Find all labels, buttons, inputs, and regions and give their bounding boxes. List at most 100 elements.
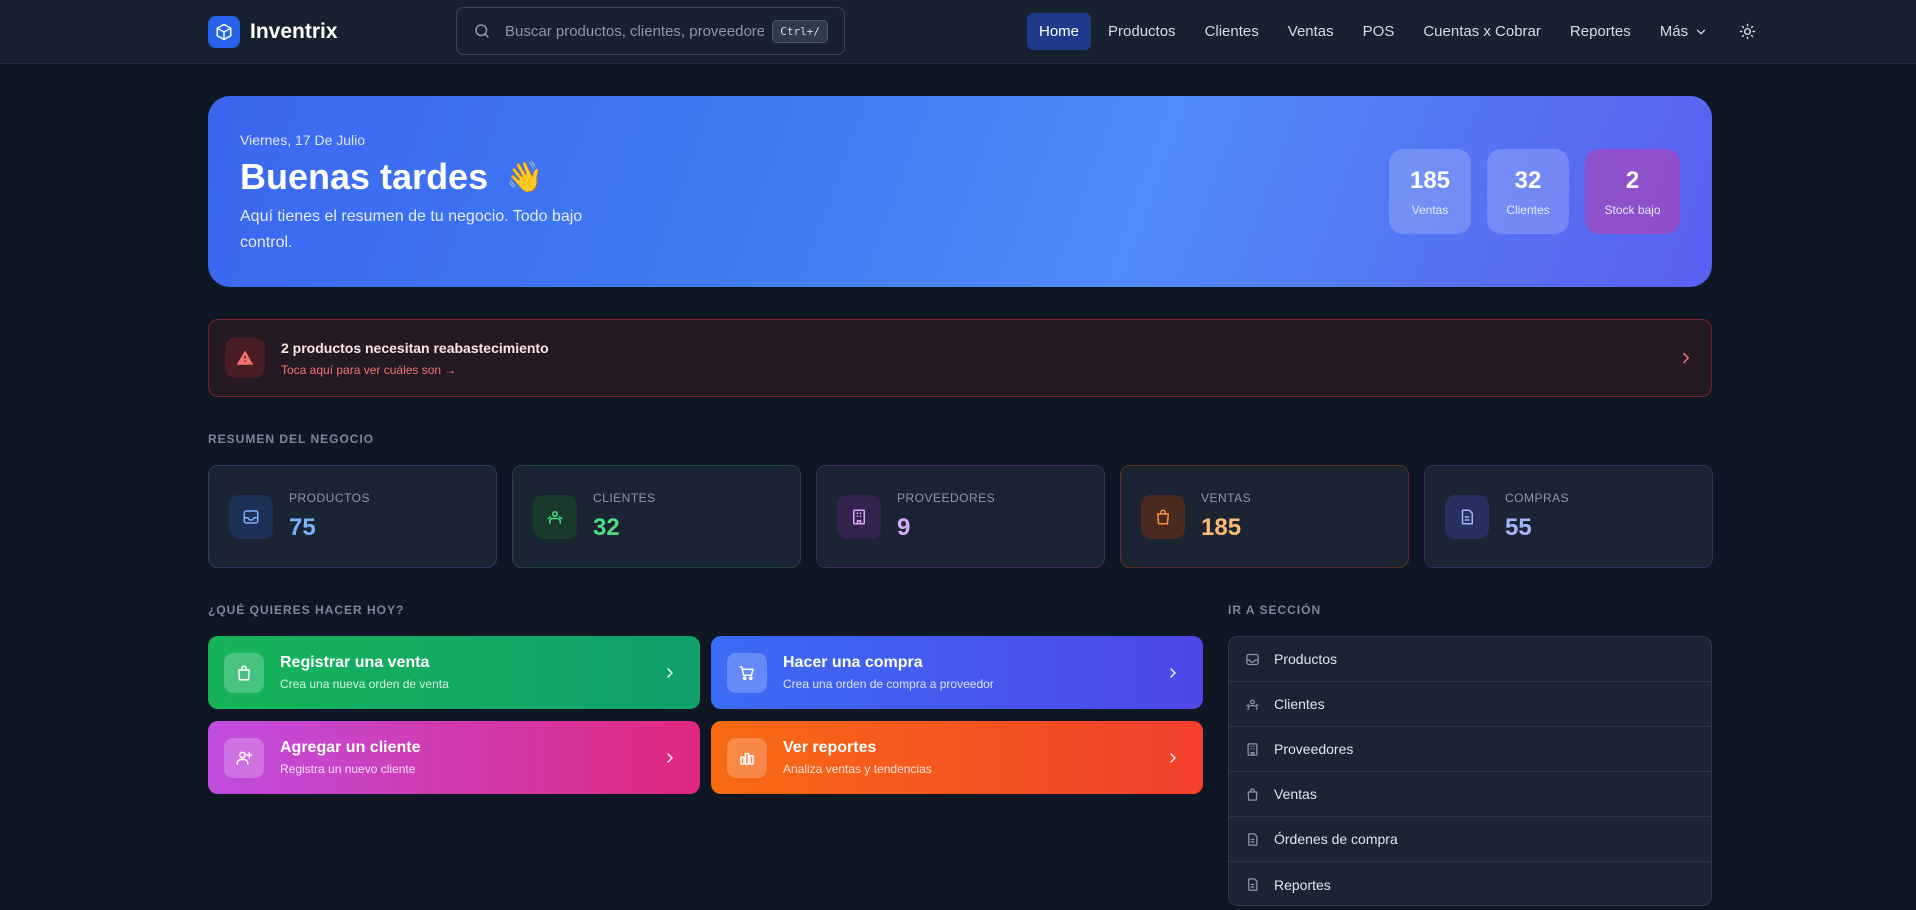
chevron-right-icon	[1165, 750, 1181, 766]
actions-section-label: ¿QUÉ QUIERES HACER HOY?	[208, 603, 405, 617]
nav-label: Cuentas x Cobrar	[1423, 23, 1541, 40]
stat-value: 2	[1625, 166, 1640, 194]
cart-icon	[727, 652, 767, 693]
nav-item-home[interactable]: Home	[1027, 13, 1092, 50]
metric-label: COMPRAS	[1505, 491, 1570, 505]
section-link-ordenes-compra[interactable]: Órdenes de compra	[1229, 817, 1711, 862]
cube-icon	[208, 16, 240, 48]
metric-value: 75	[289, 514, 316, 541]
main-nav: Home Productos Clientes Ventas POS Cuent…	[1027, 13, 1763, 50]
action-hacer-compra[interactable]: Hacer una compra Crea una orden de compr…	[711, 636, 1203, 709]
sections-section-label: IR A SECCIÓN	[1228, 603, 1322, 617]
nav-label: Reportes	[1569, 23, 1631, 40]
file-icon	[1445, 494, 1489, 539]
inbox-icon	[1245, 652, 1260, 667]
stat-value: 185	[1409, 166, 1451, 194]
file-icon	[1245, 877, 1260, 892]
action-subtitle: Analiza ventas y tendencias	[783, 762, 932, 776]
section-link-label: Proveedores	[1274, 741, 1354, 757]
stat-label: Clientes	[1506, 202, 1550, 217]
top-navbar: Inventrix Ctrl+/ Home Productos Clientes…	[0, 0, 1916, 64]
building-icon	[1245, 742, 1260, 757]
action-subtitle: Registra un nuevo cliente	[280, 762, 416, 776]
app-name: Inventrix	[250, 20, 338, 43]
nav-label: Ventas	[1287, 23, 1334, 40]
bag-icon	[1245, 787, 1260, 802]
stat-stock-bajo[interactable]: 2 Stock bajo	[1585, 149, 1680, 234]
nav-item-cuentas-x-cobrar[interactable]: Cuentas x Cobrar	[1411, 13, 1553, 50]
chevron-right-icon	[1165, 665, 1181, 681]
metric-card-proveedores[interactable]: PROVEEDORES 9	[816, 465, 1105, 568]
section-link-reportes[interactable]: Reportes	[1229, 862, 1711, 905]
section-link-label: Clientes	[1274, 696, 1325, 712]
metric-value: 185	[1201, 514, 1242, 541]
welcome-banner: Viernes, 17 De Julio Buenas tardes 👋 Aqu…	[208, 96, 1712, 287]
action-subtitle: Crea una orden de compra a proveedor	[783, 677, 994, 691]
nav-item-ventas[interactable]: Ventas	[1276, 13, 1346, 50]
metric-card-productos[interactable]: PRODUCTOS 75	[208, 465, 497, 568]
nav-label: POS	[1362, 23, 1395, 40]
action-title: Ver reportes	[783, 739, 877, 756]
action-registrar-venta[interactable]: Registrar una venta Crea una nueva orden…	[208, 636, 700, 709]
stat-value: 32	[1514, 166, 1542, 194]
stat-label: Ventas	[1411, 202, 1449, 217]
metric-value: 55	[1505, 514, 1532, 541]
section-link-label: Reportes	[1274, 876, 1331, 893]
search-shortcut-badge: Ctrl+/	[772, 19, 828, 43]
warning-icon	[225, 338, 265, 378]
sun-icon	[1739, 23, 1756, 40]
alert-title: 2 productos necesitan reabastecimiento	[281, 339, 549, 356]
section-link-label: Ventas	[1274, 786, 1317, 802]
metric-value: 9	[897, 514, 911, 541]
nav-item-pos[interactable]: POS	[1351, 13, 1407, 50]
users-icon	[1245, 697, 1260, 712]
action-agregar-cliente[interactable]: Agregar un cliente Registra un nuevo cli…	[208, 721, 700, 794]
stat-ventas[interactable]: 185 Ventas	[1389, 149, 1471, 234]
action-title: Registrar una venta	[280, 654, 430, 671]
chevron-right-icon	[662, 750, 678, 766]
bag-icon	[1141, 494, 1185, 539]
metric-card-clientes[interactable]: CLIENTES 32	[512, 465, 801, 568]
app-logo[interactable]: Inventrix	[208, 16, 338, 48]
chevron-right-icon	[662, 665, 678, 681]
inbox-icon	[229, 494, 273, 539]
bag-icon	[224, 652, 264, 693]
search-bar[interactable]: Ctrl+/	[456, 7, 845, 55]
metric-label: PROVEEDORES	[897, 491, 996, 505]
action-ver-reportes[interactable]: Ver reportes Analiza ventas y tendencias	[711, 721, 1203, 794]
section-link-proveedores[interactable]: Proveedores	[1229, 727, 1711, 772]
alert-link[interactable]: Toca aquí para ver cuáles son →	[281, 363, 549, 377]
nav-item-productos[interactable]: Productos	[1096, 13, 1188, 50]
greeting-subtitle: Aquí tienes el resumen de tu negocio. To…	[240, 208, 583, 251]
section-link-label: Productos	[1274, 651, 1338, 667]
section-link-ventas[interactable]: Ventas	[1229, 772, 1711, 817]
nav-item-reportes[interactable]: Reportes	[1558, 13, 1643, 50]
chevron-down-icon	[1694, 25, 1708, 39]
search-icon	[473, 22, 491, 40]
stat-clientes[interactable]: 32 Clientes	[1487, 149, 1569, 234]
metric-label: CLIENTES	[593, 491, 656, 505]
greeting-heading: Buenas tardes 👋	[240, 156, 543, 198]
stat-label: Stock bajo	[1604, 202, 1661, 217]
nav-label: Clientes	[1204, 23, 1259, 40]
summary-cards: PRODUCTOS 75 CLIENTES 32 PROVEEDORES 9 V…	[208, 465, 1713, 568]
action-subtitle: Crea una nueva orden de venta	[280, 677, 449, 691]
nav-label: Más	[1659, 23, 1689, 40]
theme-toggle-button[interactable]	[1731, 13, 1763, 50]
nav-item-clientes[interactable]: Clientes	[1193, 13, 1271, 50]
action-title: Hacer una compra	[783, 654, 923, 671]
section-link-label: Órdenes de compra	[1274, 831, 1398, 847]
restock-alert[interactable]: 2 productos necesitan reabastecimiento T…	[208, 319, 1712, 397]
metric-card-compras[interactable]: COMPRAS 55	[1424, 465, 1713, 568]
section-link-clientes[interactable]: Clientes	[1229, 682, 1711, 727]
nav-item-mas[interactable]: Más	[1648, 13, 1720, 50]
metric-label: PRODUCTOS	[289, 491, 370, 505]
section-link-productos[interactable]: Productos	[1229, 637, 1711, 682]
bar-chart-icon	[727, 737, 767, 778]
section-links: Productos Clientes Proveedores Ventas Ór…	[1228, 636, 1712, 906]
nav-label: Home	[1039, 23, 1080, 40]
metric-card-ventas[interactable]: VENTAS 185	[1120, 465, 1409, 568]
current-date: Viernes, 17 De Julio	[240, 132, 366, 148]
search-input[interactable]	[505, 22, 765, 40]
action-title: Agregar un cliente	[280, 739, 421, 756]
